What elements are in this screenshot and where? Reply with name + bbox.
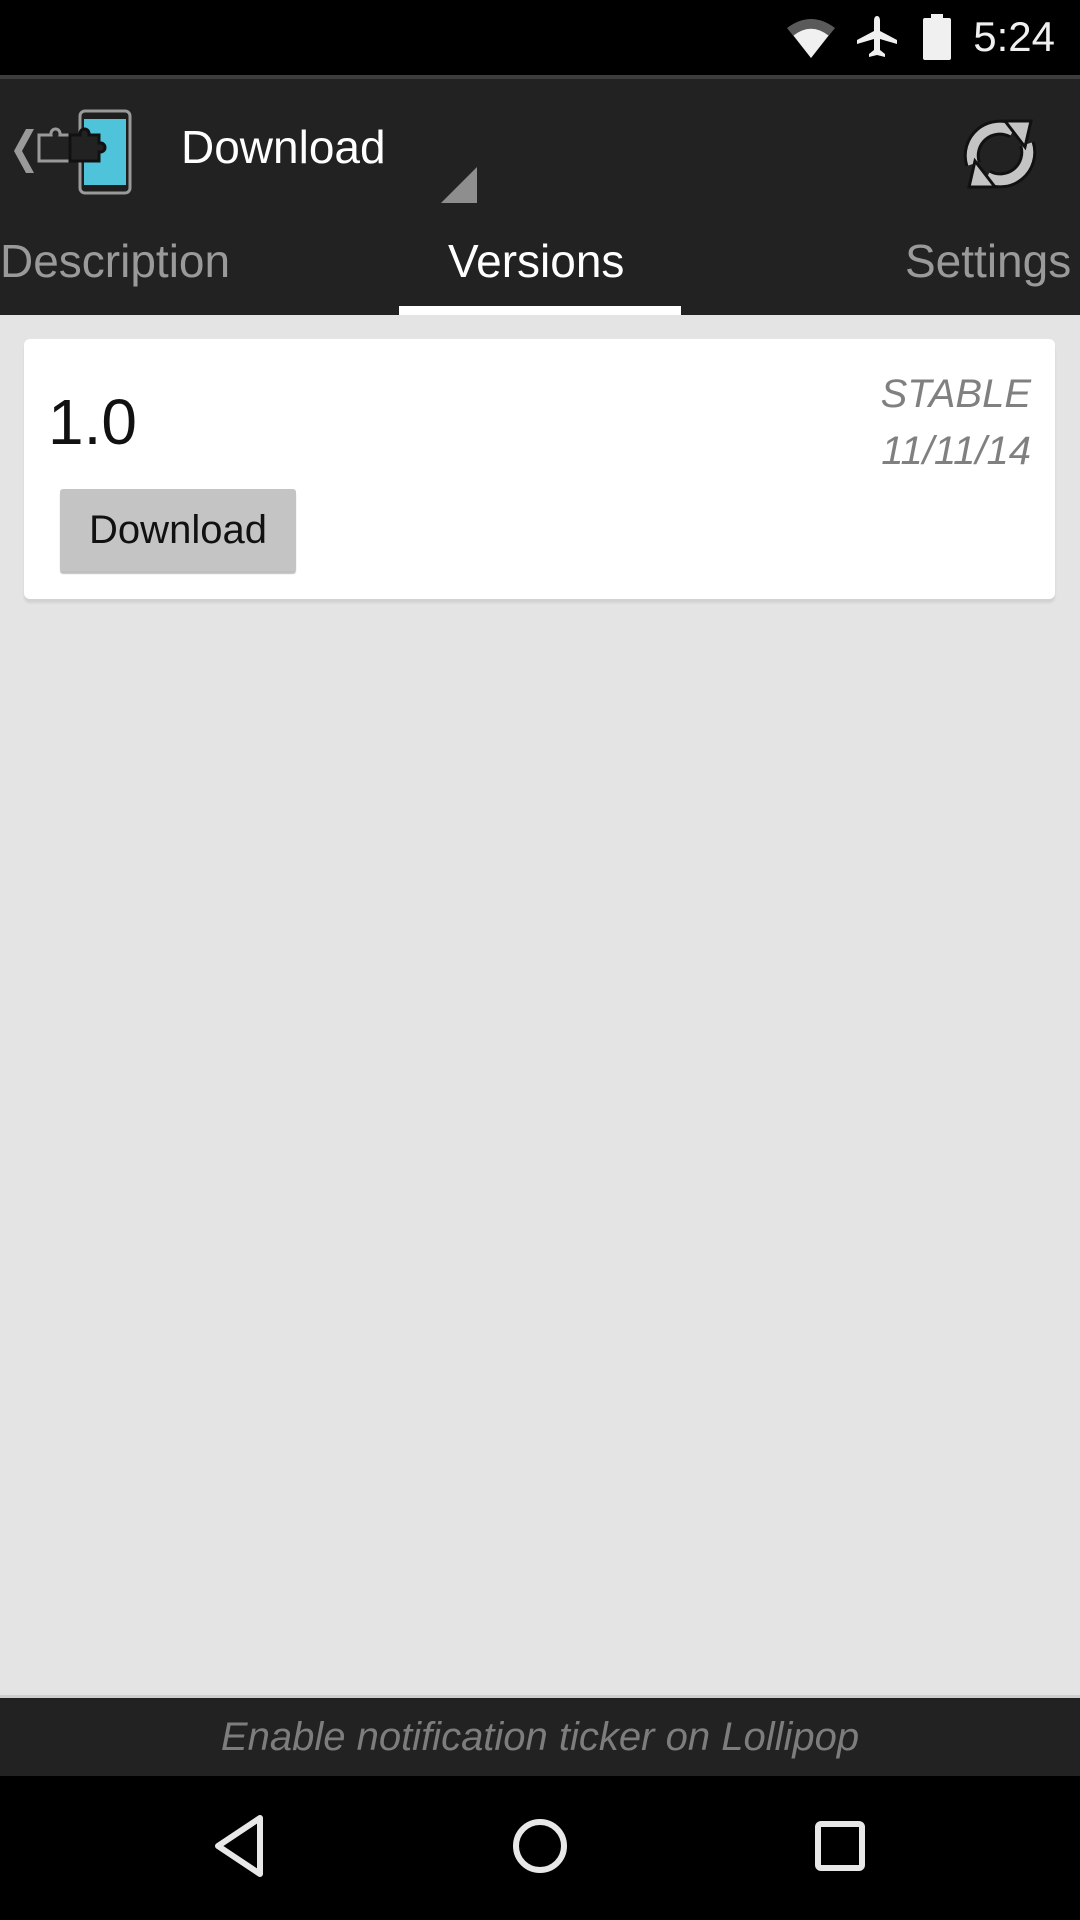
back-icon [210, 1814, 270, 1883]
home-button[interactable] [490, 1808, 590, 1888]
tab-settings[interactable]: Settings [905, 233, 1071, 289]
version-card: 1.0 STABLE 11/11/14 Download [24, 339, 1055, 599]
version-number: 1.0 [48, 386, 137, 458]
release-date: 11/11/14 [881, 429, 1031, 473]
refresh-button[interactable] [955, 109, 1045, 199]
active-tab-indicator [399, 306, 681, 315]
wifi-icon [785, 18, 837, 63]
navigation-bar [0, 1776, 1080, 1920]
tab-versions[interactable]: Versions [448, 233, 624, 289]
recents-button[interactable] [790, 1808, 890, 1888]
status-bar: 5:24 [0, 0, 1080, 75]
ticker-text: Enable notification ticker on Lollipop [220, 1715, 860, 1759]
versions-list: 1.0 STABLE 11/11/14 Download [0, 315, 1080, 1695]
home-icon [510, 1816, 570, 1881]
dropdown-triangle-icon[interactable] [441, 167, 477, 208]
tab-description[interactable]: Description [0, 233, 230, 289]
airplane-mode-icon [855, 14, 899, 65]
xposed-installer-puzzle-icon[interactable] [36, 109, 136, 200]
chevron-left-icon[interactable] [12, 129, 34, 178]
page-title: Download [181, 121, 386, 173]
release-channel: STABLE [880, 372, 1031, 416]
download-button[interactable]: Download [60, 489, 296, 571]
refresh-icon [955, 119, 1045, 203]
battery-icon [922, 14, 952, 65]
notification-ticker: Enable notification ticker on Lollipop [0, 1695, 1080, 1776]
recents-icon [812, 1818, 868, 1879]
tab-bar: Description Versions Settings [0, 215, 1080, 315]
back-button[interactable] [190, 1808, 290, 1888]
clock: 5:24 [973, 13, 1055, 60]
action-bar: Download [0, 75, 1080, 215]
